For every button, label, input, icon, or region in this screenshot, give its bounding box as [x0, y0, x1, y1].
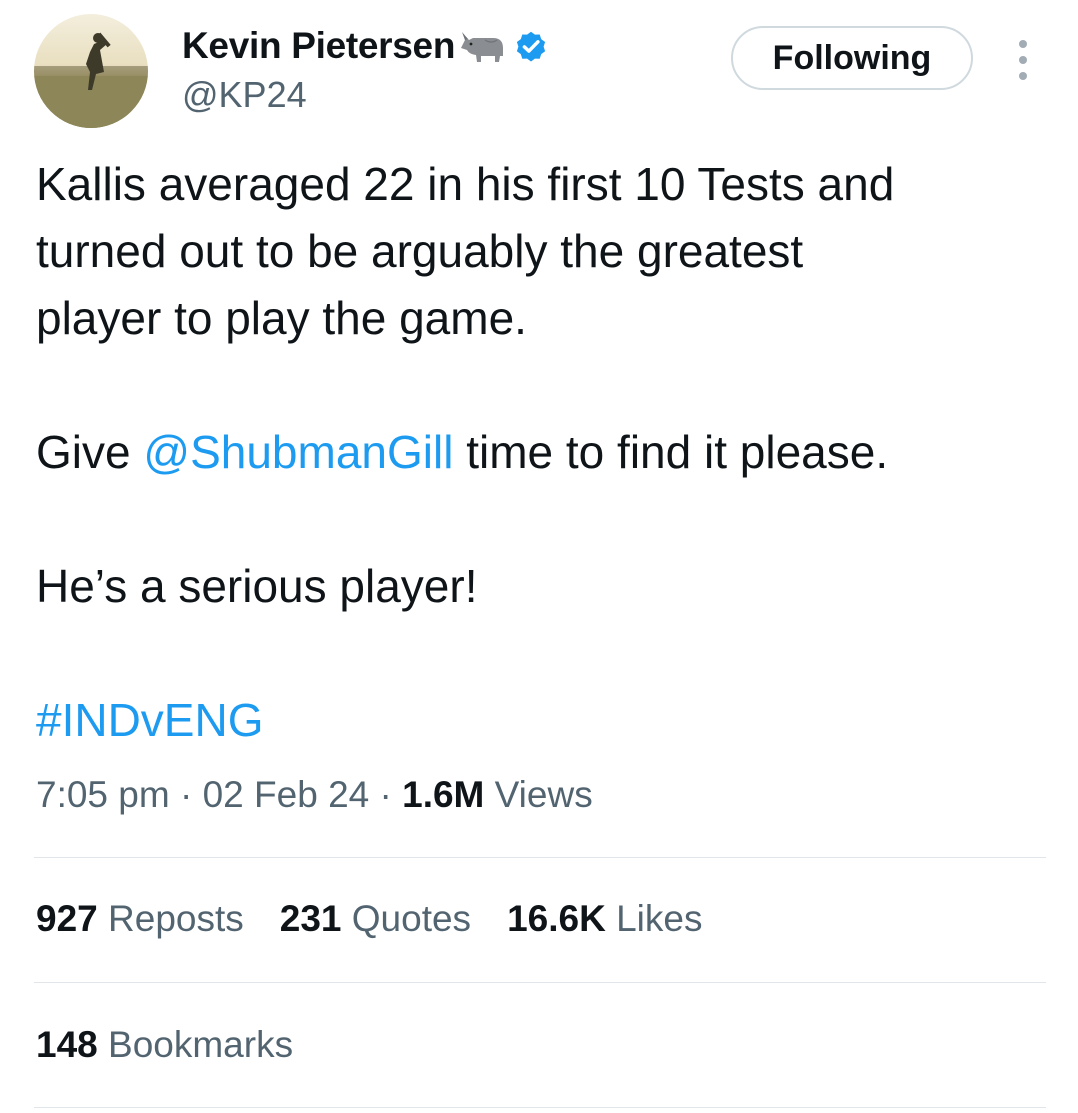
- tweet-time[interactable]: 7:05 pm: [36, 774, 170, 815]
- avatar-image: [34, 14, 148, 128]
- tweet-meta: 7:05 pm · 02 Feb 24 · 1.6M Views: [36, 774, 593, 815]
- tweet-line: turned out to be arguably the greatest: [36, 225, 804, 277]
- engagement-stats: 927 Reposts 231 Quotes 16.6K Likes: [36, 898, 702, 940]
- views-label: Views: [494, 774, 593, 815]
- author-display-name[interactable]: Kevin Pietersen: [182, 25, 455, 67]
- author-handle[interactable]: @KP24: [182, 74, 307, 116]
- tweet-paragraph: He’s a serious player!: [36, 560, 478, 612]
- divider: [34, 857, 1046, 858]
- quotes-stat[interactable]: 231 Quotes: [280, 898, 471, 940]
- avatar[interactable]: [34, 14, 148, 128]
- author-name-row[interactable]: Kevin Pietersen: [182, 24, 549, 68]
- following-button[interactable]: Following: [731, 26, 973, 90]
- tweet-date[interactable]: 02 Feb 24: [203, 774, 370, 815]
- more-vertical-icon[interactable]: [1009, 40, 1037, 80]
- bookmarks-stat[interactable]: 148 Bookmarks: [36, 1024, 293, 1066]
- tweet-paragraph: Give @ShubmanGill time to find it please…: [36, 426, 889, 478]
- mention-link[interactable]: @ShubmanGill: [143, 426, 453, 478]
- verified-badge-icon[interactable]: [513, 28, 549, 64]
- likes-stat[interactable]: 16.6K Likes: [507, 898, 702, 940]
- reposts-stat[interactable]: 927 Reposts: [36, 898, 244, 940]
- views-count: 1.6M: [402, 774, 485, 815]
- rhino-emoji-icon: [457, 28, 507, 64]
- divider: [34, 982, 1046, 983]
- tweet-line: player to play the game.: [36, 292, 527, 344]
- divider: [34, 1107, 1046, 1108]
- tweet-line: Kallis averaged 22 in his first 10 Tests…: [36, 158, 895, 210]
- tweet-text: Kallis averaged 22 in his first 10 Tests…: [36, 151, 1046, 754]
- hashtag-link[interactable]: #INDvENG: [36, 694, 263, 746]
